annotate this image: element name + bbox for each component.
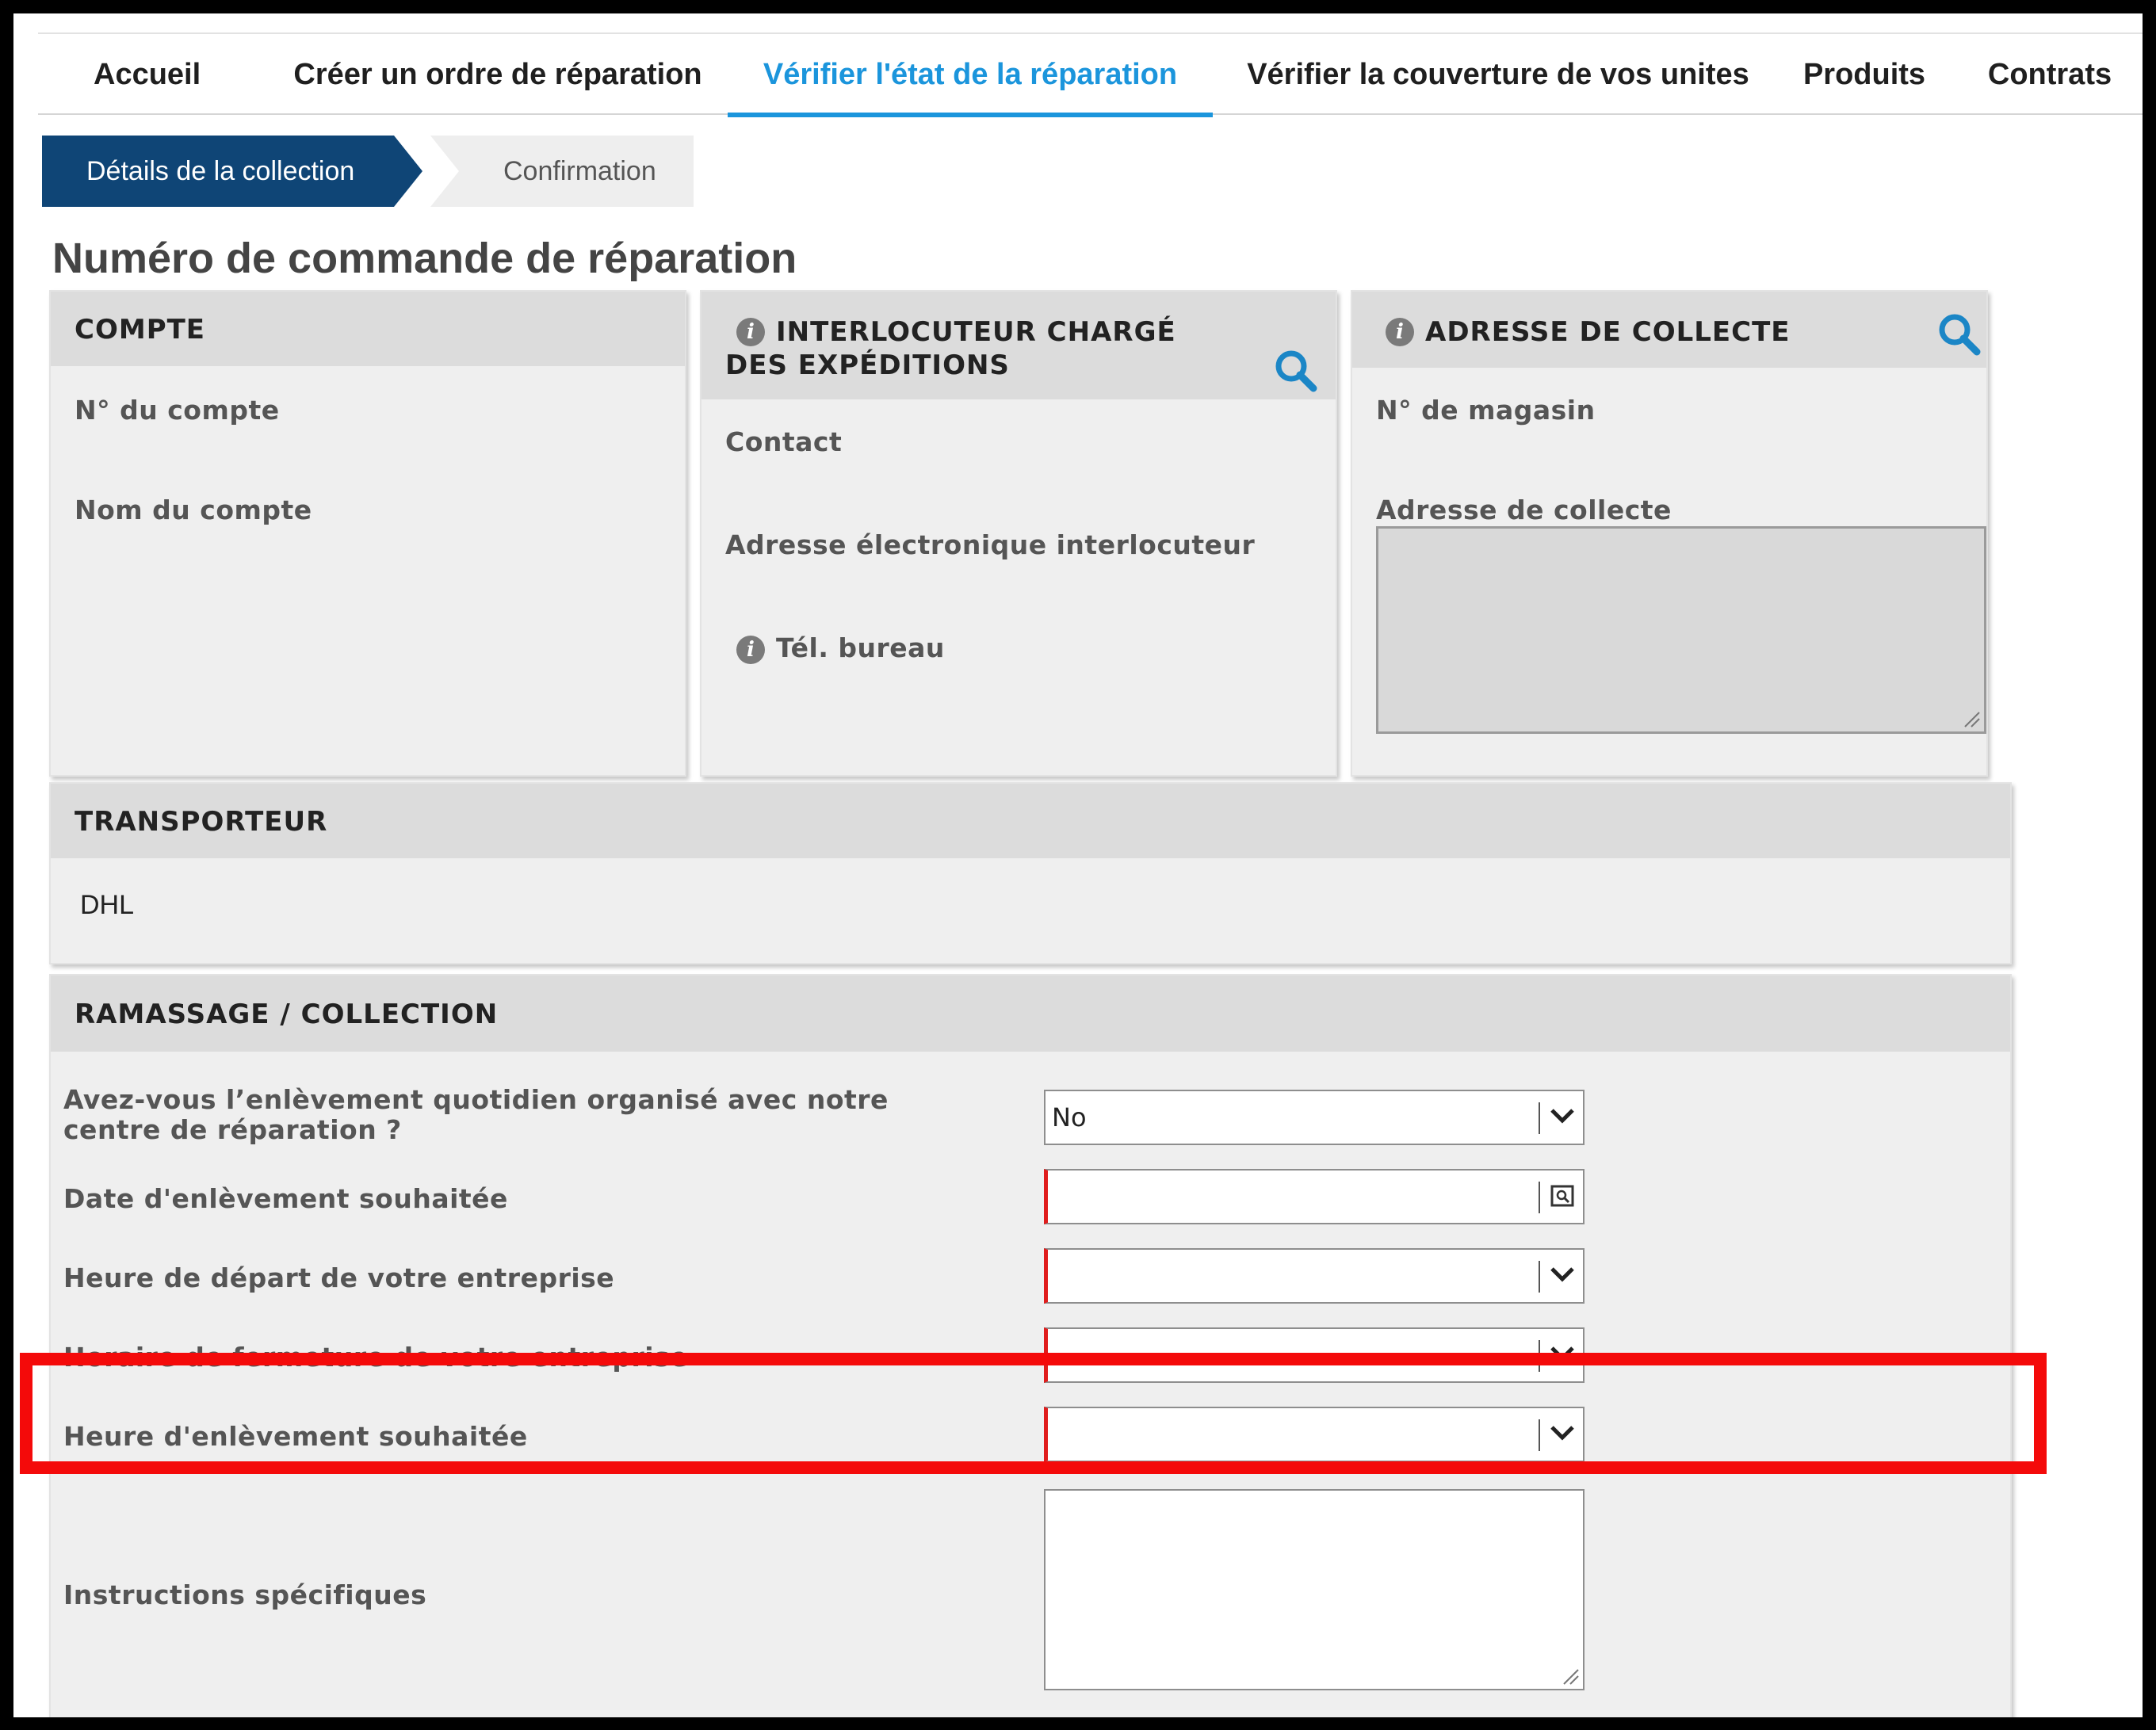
email-label: Adresse électronique interlocuteur bbox=[725, 529, 1256, 560]
account-name-label: Nom du compte bbox=[75, 495, 312, 525]
nav-item-verifier-etat[interactable]: Vérifier l'état de la réparation bbox=[728, 34, 1213, 117]
nav-item-creer-ordre[interactable]: Créer un ordre de réparation bbox=[277, 34, 718, 115]
adresse-title: ADRESSE DE COLLECTE bbox=[1425, 316, 1791, 348]
highlight-annotation bbox=[20, 1353, 2047, 1474]
phone-label: Tél. bureau bbox=[776, 632, 945, 663]
info-icon: i bbox=[736, 636, 765, 664]
ramassage-panel: RAMASSAGE / COLLECTION Avez-vous l’enlèv… bbox=[49, 974, 2012, 1717]
instructions-label: Instructions spécifiques bbox=[63, 1579, 427, 1610]
resize-grip-icon[interactable] bbox=[1962, 709, 1981, 728]
daily-pickup-value: No bbox=[1052, 1102, 1087, 1132]
top-nav: Accueil Créer un ordre de réparation Vér… bbox=[38, 32, 2143, 117]
departure-time-select[interactable] bbox=[1044, 1248, 1585, 1304]
contact-label: Contact bbox=[725, 426, 843, 457]
step-confirmation: Confirmation bbox=[430, 136, 694, 207]
calendar-icon[interactable] bbox=[1540, 1171, 1583, 1223]
nav-item-accueil[interactable]: Accueil bbox=[94, 34, 201, 115]
compte-panel: COMPTE N° du compte Nom du compte bbox=[49, 290, 686, 777]
transporteur-title: TRANSPORTEUR bbox=[75, 806, 328, 838]
store-number-label: N° de magasin bbox=[1376, 395, 1596, 426]
page-title: Numéro de commande de réparation bbox=[52, 235, 797, 282]
nav-item-verifier-couverture[interactable]: Vérifier la couverture de vos unites bbox=[1237, 34, 1760, 115]
daily-pickup-select[interactable]: No bbox=[1044, 1090, 1585, 1145]
account-number-label: N° du compte bbox=[75, 395, 280, 426]
nav-item-produits[interactable]: Produits bbox=[1801, 34, 1928, 115]
compte-panel-header: COMPTE bbox=[51, 292, 685, 366]
search-icon[interactable] bbox=[1272, 347, 1318, 393]
instructions-textarea[interactable] bbox=[1044, 1489, 1585, 1690]
nav-item-contrats[interactable]: Contrats bbox=[1986, 34, 2113, 115]
adresse-panel-header: i ADRESSE DE COLLECTE bbox=[1352, 292, 1986, 368]
departure-time-label: Heure de départ de votre entreprise bbox=[63, 1262, 615, 1293]
search-icon[interactable] bbox=[1936, 311, 1982, 357]
ramassage-panel-header: RAMASSAGE / COLLECTION bbox=[51, 976, 2010, 1052]
compte-title: COMPTE bbox=[75, 314, 206, 346]
pickup-address-textarea[interactable] bbox=[1376, 526, 1986, 734]
carrier-value: DHL bbox=[80, 890, 135, 920]
pickup-address-label: Adresse de collecte bbox=[1376, 495, 1672, 525]
pickup-date-input[interactable] bbox=[1044, 1169, 1585, 1224]
adresse-panel: i ADRESSE DE COLLECTE N° de magasin Adre… bbox=[1351, 290, 1988, 777]
interlocuteur-panel-header: i INTERLOCUTEUR CHARGÉ DES EXPÉDITIONS bbox=[701, 292, 1336, 399]
resize-grip-icon[interactable] bbox=[1561, 1667, 1580, 1686]
pickup-date-label: Date d'enlèvement souhaitée bbox=[63, 1183, 508, 1214]
chevron-down-icon[interactable] bbox=[1540, 1250, 1583, 1302]
ramassage-title: RAMASSAGE / COLLECTION bbox=[75, 999, 499, 1030]
step-details-collection: Détails de la collection bbox=[42, 136, 422, 207]
interlocuteur-panel: i INTERLOCUTEUR CHARGÉ DES EXPÉDITIONS C… bbox=[700, 290, 1337, 777]
transporteur-panel-header: TRANSPORTEUR bbox=[51, 784, 2010, 858]
chevron-down-icon[interactable] bbox=[1540, 1091, 1583, 1144]
interlocuteur-title: INTERLOCUTEUR CHARGÉ DES EXPÉDITIONS bbox=[725, 316, 1176, 381]
daily-pickup-label: Avez-vous l’enlèvement quotidien organis… bbox=[63, 1084, 889, 1145]
transporteur-panel: TRANSPORTEUR DHL bbox=[49, 782, 2012, 964]
info-icon: i bbox=[1386, 318, 1414, 346]
